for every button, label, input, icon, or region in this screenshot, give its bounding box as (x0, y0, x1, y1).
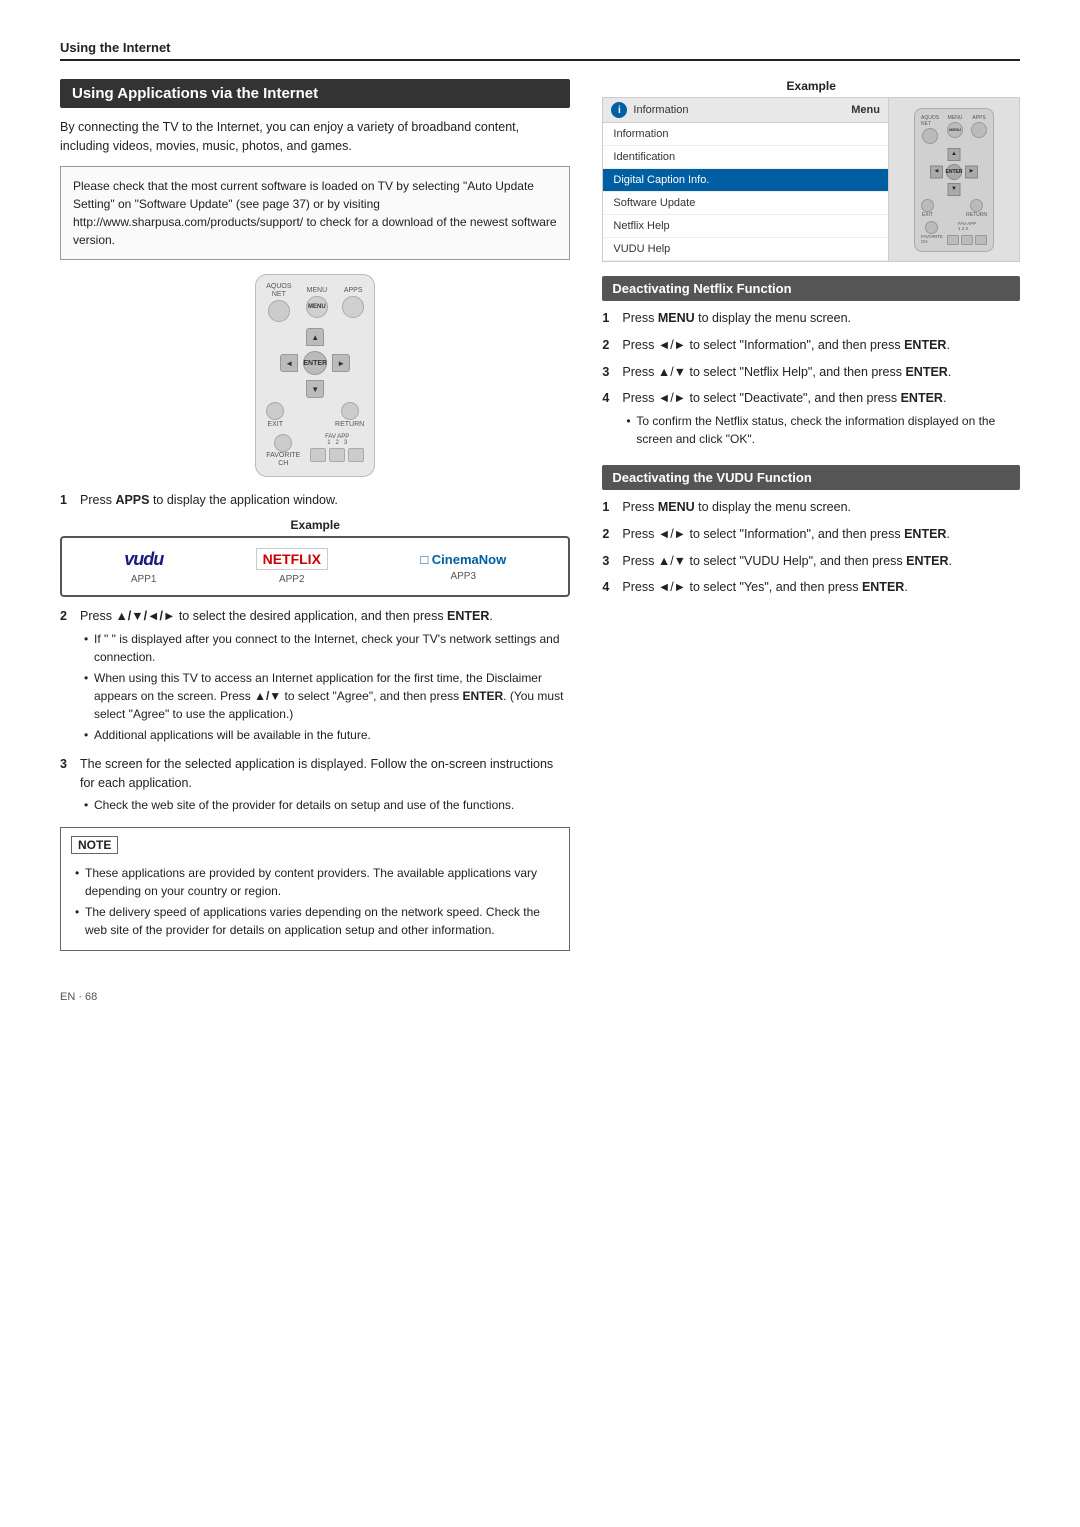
fav-app-3-btn[interactable] (348, 448, 364, 462)
step3-bullet1: Check the web site of the provider for d… (94, 796, 570, 814)
page-footer: EN · 68 (60, 991, 1020, 1003)
step-2: 2 Press ▲/▼/◄/► to select the desired ap… (60, 607, 570, 747)
mini-fav1-btn (947, 235, 959, 245)
netflix-step-3: 3 Press ▲/▼ to select "Netflix Help", an… (602, 363, 1020, 382)
info-icon: i (611, 102, 627, 118)
vudu-step-3: 3 Press ▲/▼ to select "VUDU Help", and t… (602, 552, 1020, 571)
note-bullet2: The delivery speed of applications varie… (85, 903, 559, 939)
step1-rest: to display the application window. (149, 493, 337, 507)
step-3: 3 The screen for the selected applicatio… (60, 755, 570, 818)
step2-bullet1: If " " is displayed after you connect to… (94, 630, 570, 666)
fav-app-1-btn[interactable] (310, 448, 326, 462)
mini-dpad-right: ► (965, 165, 978, 178)
remote-illustration-left: AQUOSNET MENU MENU APPS ▲ ▼ ◄ (60, 274, 570, 478)
deactivate-netflix-title: Deactivating Netflix Function (602, 276, 1020, 301)
menu-left-panel: i Information Menu Information Identific… (603, 98, 889, 261)
mini-dpad-down: ▼ (948, 183, 961, 196)
vudu-step-2: 2 Press ◄/► to select "Information", and… (602, 525, 1020, 544)
mini-return-btn (970, 199, 983, 212)
mini-aquos-btn (922, 128, 938, 144)
dpad: ▲ ▼ ◄ ► ENTER (280, 328, 350, 398)
vudu-step-1: 1 Press MENU to display the menu screen. (602, 498, 1020, 517)
netflix-step-1: 1 Press MENU to display the menu screen. (602, 309, 1020, 328)
menu-item-vudu-help[interactable]: VUDU Help (603, 238, 888, 261)
mini-exit-btn (921, 199, 934, 212)
fav-app-2-btn[interactable] (329, 448, 345, 462)
mini-menu-btn: MENU (947, 122, 963, 138)
page-header: Using the Internet (60, 40, 1020, 61)
mini-fav2-btn (961, 235, 973, 245)
section-title-bar: Using Applications via the Internet (60, 79, 570, 108)
step1-press: Press (80, 493, 115, 507)
page-header-title: Using the Internet (60, 40, 171, 55)
vudu-step-4: 4 Press ◄/► to select "Yes", and then pr… (602, 578, 1020, 597)
example-label-left: Example (60, 518, 570, 532)
app-vudu: vudu APP1 (124, 549, 163, 585)
app-example-box: vudu APP1 NETFLIX APP2 □ CinemaNow APP3 (60, 536, 570, 597)
dpad-right[interactable]: ► (332, 354, 350, 372)
dpad-down[interactable]: ▼ (306, 380, 324, 398)
mini-dpad: ▲ ▼ ◄ ► ENTER (930, 148, 978, 196)
info-box: Please check that the most current softw… (60, 166, 570, 260)
remote-device: AQUOSNET MENU MENU APPS ▲ ▼ ◄ (255, 274, 375, 478)
menu-item-information[interactable]: Information (603, 123, 888, 146)
mini-fav3-btn (975, 235, 987, 245)
menu-top-text: Information (633, 104, 688, 116)
menu-right-panel: AQUOSNET MENU MENU APPS ▲ (889, 98, 1019, 261)
right-column: Example i Information Menu Information I… (602, 79, 1020, 605)
note-box: NOTE These applications are provided by … (60, 827, 570, 951)
return-btn[interactable] (341, 402, 359, 420)
menu-item-identification[interactable]: Identification (603, 146, 888, 169)
step2-bullet2: When using this TV to access an Internet… (94, 669, 570, 723)
mini-apps-btn (971, 122, 987, 138)
menu-item-software-update[interactable]: Software Update (603, 192, 888, 215)
left-column: Using Applications via the Internet By c… (60, 79, 570, 951)
menu-screenshot: i Information Menu Information Identific… (602, 97, 1020, 262)
enter-btn[interactable]: ENTER (303, 351, 327, 375)
menu-item-digital-caption[interactable]: Digital Caption Info. (603, 169, 888, 192)
dpad-left[interactable]: ◄ (280, 354, 298, 372)
netflix-confirm-bullet: To confirm the Netflix status, check the… (636, 412, 1020, 448)
menu-top-bar: i Information Menu (603, 98, 888, 123)
mini-favorite-btn (925, 221, 938, 234)
app-vudu-label: APP1 (131, 574, 157, 585)
exit-btn[interactable] (266, 402, 284, 420)
vudu-steps: 1 Press MENU to display the menu screen.… (602, 498, 1020, 597)
mini-dpad-up: ▲ (948, 148, 961, 161)
mini-dpad-left: ◄ (930, 165, 943, 178)
step2-bullet3: Additional applications will be availabl… (94, 726, 570, 744)
aquos-net-btn[interactable] (268, 300, 290, 322)
example-label-right: Example (602, 79, 1020, 93)
intro-text: By connecting the TV to the Internet, yo… (60, 118, 570, 156)
menu-label: Menu (851, 104, 880, 116)
app-netflix: NETFLIX APP2 (256, 548, 328, 585)
step-1: 1 Press APPS to display the application … (60, 491, 570, 510)
dpad-up[interactable]: ▲ (306, 328, 324, 346)
app-cinemaNow: □ CinemaNow APP3 (420, 552, 506, 582)
step1-bold: APPS (115, 493, 149, 507)
app-cinemaNow-label: APP3 (450, 571, 476, 582)
netflix-step-2: 2 Press ◄/► to select "Information", and… (602, 336, 1020, 355)
menu-item-netflix-help[interactable]: Netflix Help (603, 215, 888, 238)
mini-enter-btn: ENTER (946, 164, 962, 180)
netflix-step-4: 4 Press ◄/► to select "Deactivate", and … (602, 389, 1020, 451)
mini-remote: AQUOSNET MENU MENU APPS ▲ (914, 108, 994, 252)
footer-text: EN · 68 (60, 991, 97, 1003)
favorite-btn[interactable] (274, 434, 292, 452)
netflix-steps: 1 Press MENU to display the menu screen.… (602, 309, 1020, 451)
apps-btn[interactable] (342, 296, 364, 318)
app-netflix-label: APP2 (279, 574, 305, 585)
deactivate-vudu-title: Deactivating the VUDU Function (602, 465, 1020, 490)
menu-btn[interactable]: MENU (306, 296, 328, 318)
note-bullet1: These applications are provided by conte… (85, 864, 559, 900)
note-title: NOTE (71, 836, 118, 854)
